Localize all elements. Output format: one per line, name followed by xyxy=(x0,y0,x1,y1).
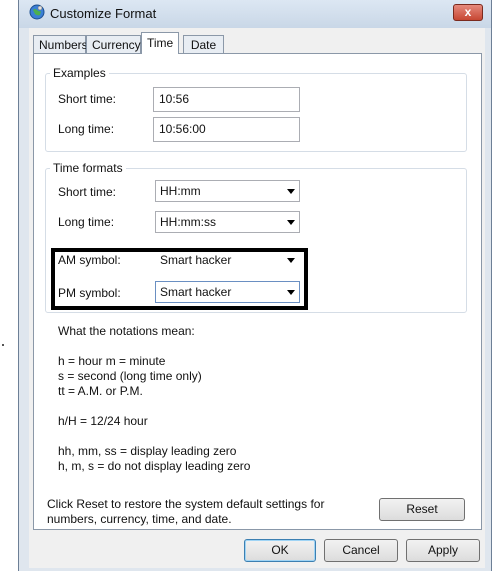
notation-line: hh, mm, ss = display leading zero xyxy=(58,444,237,458)
tab-numbers[interactable]: Numbers xyxy=(33,35,88,53)
time-formats-group-title: Time formats xyxy=(50,161,126,175)
cancel-button[interactable]: Cancel xyxy=(324,539,398,562)
stray-dot xyxy=(2,344,4,346)
long-time-select[interactable]: HH:mm:ss xyxy=(155,211,300,233)
long-time-value: HH:mm:ss xyxy=(160,215,216,229)
examples-group-title: Examples xyxy=(50,66,109,80)
tab-label: Date xyxy=(190,38,217,52)
close-icon: x xyxy=(464,5,472,19)
ok-button[interactable]: OK xyxy=(244,539,316,562)
tab-label: Numbers xyxy=(39,38,88,52)
reset-description-line1: Click Reset to restore the system defaul… xyxy=(47,497,325,511)
short-time-select[interactable]: HH:mm xyxy=(155,180,300,202)
short-time-label: Short time: xyxy=(58,185,117,199)
notation-line: h = hour m = minute xyxy=(58,354,166,368)
reset-button[interactable]: Reset xyxy=(379,498,465,521)
tab-time[interactable]: Time xyxy=(141,32,179,54)
tab-label: Time xyxy=(147,36,174,50)
highlight-box xyxy=(51,248,308,310)
reset-description-line2: numbers, currency, time, and date. xyxy=(47,512,232,526)
notation-line: h/H = 12/24 hour xyxy=(58,414,148,428)
close-button[interactable]: x xyxy=(453,4,483,21)
notation-line: h, m, s = do not display leading zero xyxy=(58,459,251,473)
window-title: Customize Format xyxy=(50,6,157,21)
tab-label: Currency xyxy=(92,38,141,52)
notations-heading: What the notations mean: xyxy=(58,324,195,338)
apply-button[interactable]: Apply xyxy=(406,539,480,562)
chevron-down-icon[interactable] xyxy=(287,220,295,225)
short-time-value: HH:mm xyxy=(160,184,201,198)
notation-line: s = second (long time only) xyxy=(58,369,202,383)
chevron-down-icon[interactable] xyxy=(287,189,295,194)
tab-currency[interactable]: Currency xyxy=(86,35,141,53)
notation-line: tt = A.M. or P.M. xyxy=(58,384,143,398)
globe-icon xyxy=(29,4,45,20)
long-time-label: Long time: xyxy=(58,215,115,229)
example-long-value: 10:56:00 xyxy=(153,117,300,142)
tab-date[interactable]: Date xyxy=(183,35,224,53)
example-short-value: 10:56 xyxy=(153,87,300,112)
background-strip xyxy=(0,0,18,571)
example-long-label: Long time: xyxy=(58,122,115,136)
example-short-label: Short time: xyxy=(58,92,117,106)
